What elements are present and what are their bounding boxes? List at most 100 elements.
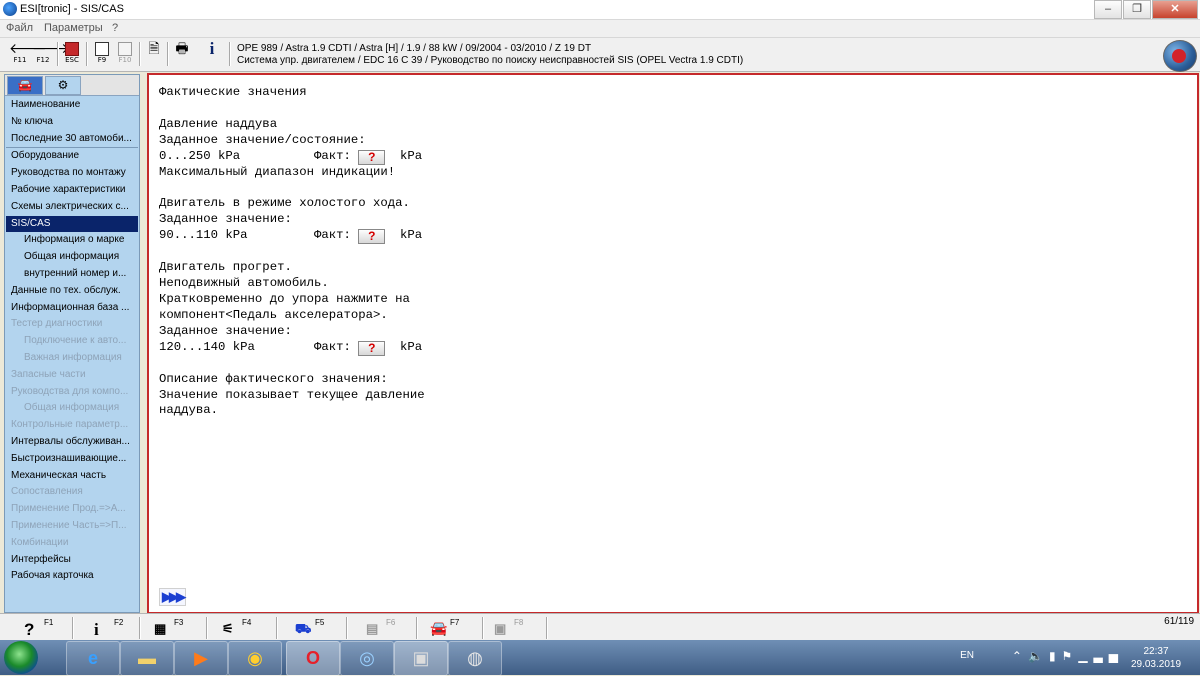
f10-button[interactable]: F10: [114, 41, 136, 69]
sidebar-item[interactable]: Сопоставления: [6, 484, 138, 501]
bosch-logo: [1163, 40, 1197, 72]
language-indicator[interactable]: EN: [960, 650, 974, 661]
doc-line: Кратковременно до упора нажмите на: [159, 291, 410, 306]
sidebar-item[interactable]: Механическая часть: [6, 468, 138, 485]
next-page-button[interactable]: ▶▶▶: [159, 588, 186, 606]
opera-taskbar-button[interactable]: O: [286, 641, 340, 676]
volume-icon: 🔈: [1027, 649, 1049, 663]
info-f2-button[interactable]: i F2: [94, 616, 126, 639]
sidebar-item[interactable]: Схемы электрических с...: [6, 199, 138, 216]
tab-vehicle[interactable]: 🚘: [7, 76, 43, 95]
doc-line: Давление наддува: [159, 116, 278, 131]
sidebar-item[interactable]: Общая информация: [6, 249, 138, 266]
document-icon: [95, 42, 109, 56]
arrow-right-icon: 🡒: [32, 40, 70, 56]
menu-params[interactable]: Параметры: [44, 22, 103, 34]
doc-range: 120...140 kPa: [159, 339, 255, 354]
app-icon: ◎: [359, 648, 375, 668]
print-list-icon: ▤: [366, 621, 379, 636]
sidebar-item[interactable]: Информация о марке: [6, 232, 138, 249]
internet-explorer-icon: e: [87, 648, 98, 668]
sidebar-item[interactable]: Оборудование: [6, 147, 138, 165]
f3-button[interactable]: ▦ F3: [154, 616, 194, 639]
f6-button[interactable]: ▤ F6: [366, 616, 406, 639]
sidebar-item[interactable]: Руководства по монтажу: [6, 165, 138, 182]
sidebar-item[interactable]: Контрольные параметр...: [6, 417, 138, 434]
f7-button[interactable]: 🚘 F7: [430, 616, 470, 639]
sidebar-item[interactable]: SIS/CAS: [6, 215, 138, 233]
sidebar-item[interactable]: Рабочая карточка: [6, 568, 138, 585]
minimize-button[interactable]: –: [1094, 0, 1122, 19]
doc-line: Двигатель в режиме холостого хода.: [159, 196, 410, 211]
tab-engine[interactable]: ⚙: [45, 76, 81, 95]
document-view-button[interactable]: 🗎: [143, 41, 165, 69]
fact-button[interactable]: ?: [358, 340, 386, 356]
content-panel: Фактические значения Давление наддува За…: [147, 73, 1199, 614]
sidebar-item[interactable]: Наименование: [6, 97, 138, 114]
close-button[interactable]: ✕: [1152, 0, 1198, 19]
window-title: ESI[tronic] - SIS/CAS: [20, 3, 124, 15]
sidebar-item[interactable]: Руководства для компо...: [6, 384, 138, 401]
vehicle-header: OPE 989 / Astra 1.9 CDTI / Astra [H] / 1…: [237, 43, 743, 67]
sidebar-item[interactable]: № ключа: [6, 114, 138, 131]
tray-icons[interactable]: ⌃🔈▮⚑▁▃▅: [1012, 649, 1124, 663]
exit-button[interactable]: ESC: [61, 41, 83, 69]
fact-button[interactable]: ?: [358, 149, 386, 165]
compare-icon: [118, 42, 132, 56]
sidebar-item[interactable]: Тестер диагностики: [6, 316, 138, 333]
sidebar-item[interactable]: внутренний номер и...: [6, 266, 138, 283]
app-taskbar-button[interactable]: ◎: [340, 641, 394, 676]
doc-line: Неподвижный автомобиль.: [159, 276, 329, 291]
sidebar-item[interactable]: Быстроизнашивающие...: [6, 451, 138, 468]
menu-help[interactable]: ?: [112, 22, 118, 34]
sidebar-item[interactable]: Последние 30 автомоби...: [6, 131, 138, 148]
esi-taskbar-button[interactable]: ▣: [394, 641, 448, 676]
sidebar-item[interactable]: Информационная база ...: [6, 300, 138, 317]
info-button[interactable]: i: [201, 40, 223, 69]
f9-button[interactable]: F9: [91, 41, 113, 69]
start-button[interactable]: [4, 641, 38, 674]
sidebar-item[interactable]: Запасные части: [6, 367, 138, 384]
sidebar-item[interactable]: Важная информация: [6, 350, 138, 367]
fact-button[interactable]: ?: [358, 229, 386, 245]
function-key-bar: ? F1 i F2 ▦ F3 ⚟ F4 ⛟ F5 ▤ F6 🚘 F7 ▣ F8 61/119: [0, 613, 1200, 641]
forward-button[interactable]: 🡒 F12: [32, 40, 70, 69]
menu-file[interactable]: Файл: [6, 22, 33, 34]
ie-taskbar-button[interactable]: e: [66, 641, 120, 676]
chrome-taskbar-button[interactable]: ◉: [228, 641, 282, 676]
sidebar-item[interactable]: Интерфейсы: [6, 552, 138, 569]
sidebar-item[interactable]: Применение Прод.=>А...: [6, 501, 138, 518]
opera-icon: O: [305, 648, 320, 668]
help-f1-button[interactable]: ? F1: [24, 616, 56, 639]
media-taskbar-button[interactable]: ▶: [174, 641, 228, 676]
settings-icon: ▣: [494, 621, 507, 636]
disc-taskbar-button[interactable]: ◍: [448, 641, 502, 676]
f5-button[interactable]: ⛟ F5: [295, 616, 335, 639]
clock[interactable]: 22:37 29.03.2019: [1126, 645, 1186, 671]
system-tray: EN ⌃🔈▮⚑▁▃▅ 22:37 29.03.2019: [932, 640, 1192, 675]
f4-button[interactable]: ⚟ F4: [222, 616, 262, 639]
sidebar-item[interactable]: Интервалы обслуживан...: [6, 434, 138, 451]
unit-label: kPa: [400, 339, 423, 354]
fact-label: Факт:: [313, 148, 351, 163]
page-icon: 🗎: [148, 40, 160, 56]
sidebar-list: Наименование № ключа Последние 30 автомоби…: [6, 97, 138, 585]
sidebar-item[interactable]: Общая информация: [6, 400, 138, 417]
sidebar-item[interactable]: Подключение к авто...: [6, 333, 138, 350]
print-button[interactable]: 🖶: [171, 41, 193, 69]
f8-button[interactable]: ▣ F8: [494, 616, 534, 639]
back-button[interactable]: 🡐 F11: [9, 41, 47, 69]
explorer-taskbar-button[interactable]: ▬: [120, 641, 174, 676]
doc-line: Заданное значение:: [159, 323, 292, 338]
document-text: Фактические значения Давление наддува За…: [159, 85, 425, 419]
doc-line: Двигатель прогрет.: [159, 260, 292, 275]
doc-line: Максимальный диапазон индикации!: [159, 164, 396, 179]
sidebar-item[interactable]: Комбинации: [6, 535, 138, 552]
unit-label: kPa: [400, 148, 423, 163]
doc-line: наддува.: [159, 403, 219, 418]
restore-button[interactable]: ❐: [1123, 0, 1151, 19]
sidebar-item[interactable]: Рабочие характеристики: [6, 182, 138, 199]
fact-label: Факт:: [313, 228, 351, 243]
sidebar-item[interactable]: Применение Часть=>П...: [6, 518, 138, 535]
sidebar-item[interactable]: Данные по тех. обслуж.: [6, 283, 138, 300]
